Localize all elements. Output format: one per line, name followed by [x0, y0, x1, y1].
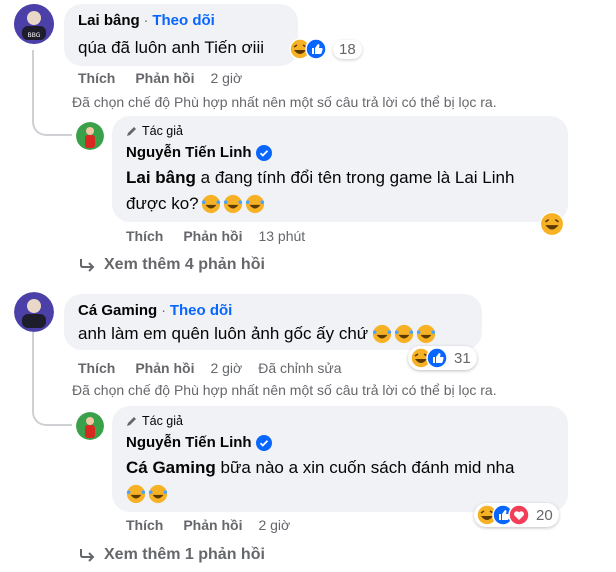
- comment-author[interactable]: Lai bâng: [78, 12, 140, 29]
- comment-actions: Thích Phản hồi 2 giờ Đã chỉnh sửa: [78, 360, 342, 376]
- verified-badge-icon: [255, 144, 272, 161]
- verified-badge-icon: [255, 434, 272, 451]
- reaction-summary[interactable]: 18: [289, 36, 368, 62]
- rofl-emoji-icon: [245, 194, 264, 214]
- comment-bubble: Lai bâng · Theo dõi qúa đã luôn anh Tiến…: [64, 4, 298, 66]
- rofl-emoji-icon: [223, 194, 242, 214]
- reply-bubble: Tác giả Nguyễn Tiến Linh Cá Gaming bữa n…: [112, 406, 568, 512]
- like-reaction-icon: [426, 347, 448, 369]
- comment-bubble: Cá Gaming · Theo dõi anh làm em quên luô…: [64, 294, 482, 350]
- view-more-replies[interactable]: Xem thêm 4 phản hồi: [78, 256, 265, 274]
- reply-button[interactable]: Phản hồi: [135, 360, 194, 376]
- comment-time[interactable]: 2 giờ: [210, 70, 242, 86]
- rofl-emoji-icon: [395, 324, 414, 344]
- reply-text-line2: được ko?: [126, 192, 265, 216]
- reply-arrow-icon: [80, 259, 95, 272]
- reply-arrow-icon: [80, 549, 95, 562]
- filter-note: Đã chọn chế độ Phù hợp nhất nên một số c…: [72, 94, 497, 110]
- reply-text: Lai bâng a đang tính đổi tên trong game …: [126, 168, 515, 187]
- reply-bubble: Tác giả Nguyễn Tiến Linh Lai bâng a đang…: [112, 116, 568, 222]
- separator-dot: ·: [161, 302, 166, 318]
- reply-emojis: [126, 484, 168, 504]
- like-button[interactable]: Thích: [78, 360, 115, 376]
- pencil-icon: [127, 417, 136, 426]
- rofl-emoji-icon: [373, 324, 392, 344]
- rofl-emoji-icon: [126, 484, 146, 504]
- avatar-lai-bang[interactable]: BBG: [14, 4, 54, 44]
- reaction-summary[interactable]: 31: [408, 346, 477, 370]
- filter-note: Đã chọn chế độ Phù hợp nhất nên một số c…: [72, 382, 497, 398]
- reaction-summary[interactable]: 20: [474, 503, 559, 527]
- rofl-emoji-icon: [417, 324, 436, 344]
- like-button[interactable]: Thích: [126, 517, 163, 533]
- reply-text: Cá Gaming bữa nào a xin cuốn sách đánh m…: [126, 458, 515, 477]
- reaction-count: 20: [536, 506, 553, 524]
- reaction-count: 31: [454, 349, 471, 367]
- reaction-count: 18: [333, 39, 362, 59]
- reply-button[interactable]: Phản hồi: [183, 228, 242, 244]
- svg-text:BBG: BBG: [28, 32, 41, 39]
- author-badge: Tác giả: [126, 414, 183, 428]
- follow-link[interactable]: Theo dõi: [152, 12, 215, 29]
- comment-author[interactable]: Cá Gaming: [78, 302, 157, 319]
- avatar-nguyen-tien-linh[interactable]: [76, 412, 104, 440]
- reply-actions: Thích Phản hồi 13 phút: [126, 228, 305, 244]
- reply-time[interactable]: 2 giờ: [258, 517, 290, 533]
- edited-label[interactable]: Đã chỉnh sửa: [258, 360, 341, 376]
- love-reaction-icon: [508, 504, 530, 526]
- rofl-emoji-icon: [201, 194, 220, 214]
- follow-link[interactable]: Theo dõi: [170, 302, 233, 319]
- reply-actions: Thích Phản hồi 2 giờ: [126, 517, 290, 533]
- mention-link[interactable]: Lai bâng: [126, 168, 196, 187]
- author-badge: Tác giả: [126, 124, 183, 138]
- avatar-nguyen-tien-linh[interactable]: [76, 122, 104, 150]
- thread-line: [32, 332, 34, 392]
- thread-line-curve: [32, 390, 72, 426]
- separator-dot: ·: [143, 12, 149, 28]
- comment-actions: Thích Phản hồi 2 giờ: [78, 70, 242, 86]
- comment-text: anh làm em quên luôn ảnh gốc ấy chứ: [78, 322, 436, 346]
- pencil-icon: [127, 127, 136, 136]
- like-reaction-icon: [305, 38, 327, 60]
- reply-button[interactable]: Phản hồi: [135, 70, 194, 86]
- avatar-ca-gaming[interactable]: [14, 292, 54, 332]
- reply-button[interactable]: Phản hồi: [183, 517, 242, 533]
- mention-link[interactable]: Cá Gaming: [126, 458, 216, 477]
- rofl-emoji-icon: [148, 484, 168, 504]
- reply-time[interactable]: 13 phút: [258, 228, 305, 244]
- view-more-replies[interactable]: Xem thêm 1 phản hồi: [78, 546, 265, 564]
- like-button[interactable]: Thích: [78, 70, 115, 86]
- thread-line-curve: [32, 100, 72, 136]
- reply-author[interactable]: Nguyễn Tiến Linh: [126, 144, 252, 161]
- haha-emoji-icon[interactable]: [540, 212, 564, 241]
- comment-text: qúa đã luôn anh Tiến ơiii: [78, 38, 265, 57]
- reply-author[interactable]: Nguyễn Tiến Linh: [126, 434, 252, 451]
- comment-time[interactable]: 2 giờ: [210, 360, 242, 376]
- like-button[interactable]: Thích: [126, 228, 163, 244]
